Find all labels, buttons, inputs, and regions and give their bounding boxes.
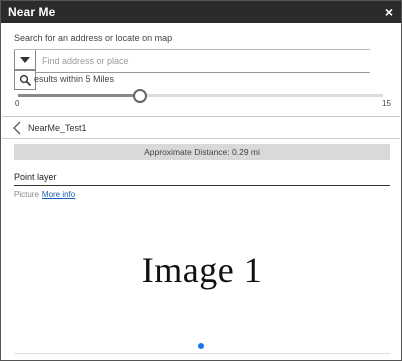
- approximate-distance-bar: Approximate Distance: 0.29 mi: [14, 144, 390, 160]
- close-icon[interactable]: ×: [385, 5, 393, 19]
- carousel-page-dot[interactable]: [198, 343, 204, 349]
- layer-title: Point layer: [14, 172, 57, 182]
- caret-down-icon: [20, 56, 30, 63]
- slider-min-label: 0: [15, 99, 20, 108]
- back-label: NearMe_Test1: [28, 123, 87, 133]
- image-caption: Image 1: [141, 250, 263, 290]
- picture-label: Picture: [14, 190, 39, 199]
- search-source-dropdown-button[interactable]: [14, 50, 36, 70]
- more-info-link[interactable]: More info: [42, 190, 75, 199]
- radius-slider-fill: [18, 94, 140, 97]
- magnifier-icon: [19, 74, 31, 86]
- divider: [2, 116, 400, 117]
- near-me-panel: Near Me × Search for an address or locat…: [0, 0, 402, 361]
- search-row: [14, 49, 370, 73]
- panel-header: Near Me ×: [1, 1, 401, 23]
- layer-title-rule: [14, 185, 390, 186]
- attachment-image: Image 1: [14, 206, 390, 334]
- divider: [2, 138, 400, 139]
- address-search-input[interactable]: [36, 50, 370, 72]
- slider-max-label: 15: [382, 99, 391, 108]
- radius-results-text: esults within 5 Miles: [34, 74, 115, 84]
- search-label: Search for an address or locate on map: [14, 33, 173, 43]
- radius-slider-thumb[interactable]: [132, 89, 147, 103]
- chevron-left-icon: [13, 121, 21, 135]
- search-button[interactable]: [14, 70, 36, 90]
- panel-title: Near Me: [8, 5, 56, 19]
- picture-row: Picture More info: [14, 190, 75, 199]
- bottom-divider: [14, 353, 390, 354]
- back-to-layer-button[interactable]: NearMe_Test1: [12, 119, 87, 137]
